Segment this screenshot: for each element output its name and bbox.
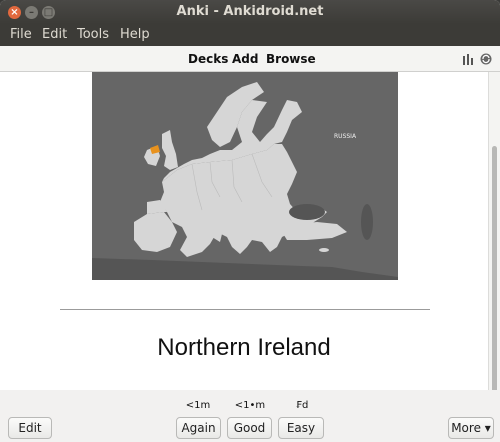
menu-help[interactable]: Help — [120, 27, 150, 42]
menu-bar: File Edit Tools Help — [0, 24, 500, 46]
easy-interval: ₣d — [295, 400, 309, 411]
good-button[interactable]: Good — [227, 417, 272, 439]
add-link[interactable]: Add — [232, 52, 258, 66]
menu-tools[interactable]: Tools — [77, 27, 109, 42]
decks-link[interactable]: Decks — [188, 52, 228, 66]
map-label-russia: RUSSIA — [334, 133, 357, 140]
sync-icon[interactable] — [480, 53, 492, 65]
menu-file[interactable]: File — [10, 27, 32, 42]
good-interval: <1•m — [234, 400, 266, 411]
answer-bar: Edit <1m <1•m ₣d Again Good Easy More ▾ — [0, 390, 500, 442]
answer-divider — [60, 309, 430, 310]
edit-button[interactable]: Edit — [8, 417, 52, 439]
stats-icon[interactable] — [462, 53, 474, 65]
again-button[interactable]: Again — [176, 417, 221, 439]
europe-map-image: RUSSIA — [92, 72, 398, 280]
again-interval: <1m — [185, 400, 211, 411]
menu-edit[interactable]: Edit — [42, 27, 67, 42]
window-title: Anki - Ankidroid.net — [176, 4, 324, 19]
toolbar: Decks Add Browse — [0, 46, 500, 72]
card-answer: Northern Ireland — [157, 334, 331, 361]
card-content: RUSSIA Northern Ireland — [0, 72, 488, 390]
more-button[interactable]: More ▾ — [448, 417, 494, 439]
browse-link[interactable]: Browse — [266, 52, 316, 66]
anki-window: × – □ Anki - Ankidroid.net File Edit Too… — [0, 0, 500, 442]
title-bar: × – □ Anki - Ankidroid.net — [0, 0, 500, 24]
content-scrollbar[interactable] — [488, 72, 500, 442]
easy-button[interactable]: Easy — [278, 417, 324, 439]
